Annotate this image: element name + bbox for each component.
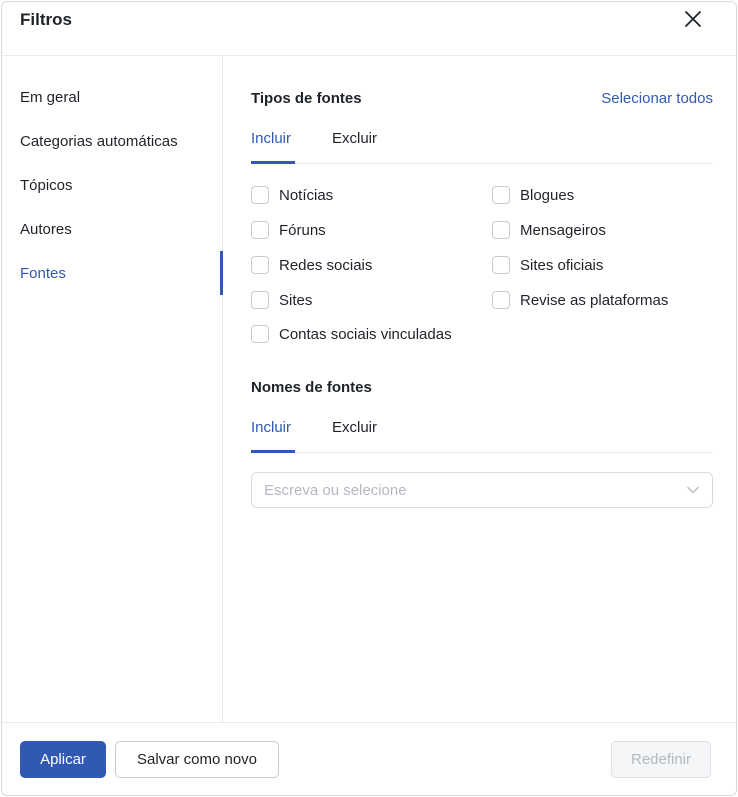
tab-include-names[interactable]: Incluir (251, 419, 291, 436)
checkbox-row-linked-social-accounts[interactable]: Contas sociais vinculadas (251, 325, 452, 343)
save-as-new-button[interactable]: Salvar como novo (115, 741, 279, 778)
sidebar-item-authors[interactable]: Autores (20, 221, 72, 238)
checkbox-row-social-networks[interactable]: Redes sociais (251, 256, 372, 274)
dialog-footer: Aplicar Salvar como novo Redefinir (2, 722, 736, 795)
checkbox-label: Fóruns (279, 221, 326, 239)
dialog-header: Filtros (2, 2, 736, 56)
checkbox[interactable] (251, 325, 269, 343)
chevron-down-icon (687, 486, 699, 494)
checkbox[interactable] (492, 221, 510, 239)
close-icon (685, 11, 701, 27)
reset-button[interactable]: Redefinir (611, 741, 711, 778)
source-names-title: Nomes de fontes (251, 379, 372, 396)
checkbox-label: Blogues (520, 186, 575, 204)
apply-button[interactable]: Aplicar (20, 741, 106, 778)
checkbox-row-sites[interactable]: Sites (251, 291, 312, 309)
checkbox[interactable] (251, 186, 269, 204)
checkbox-row-blogs[interactable]: Blogues (492, 186, 574, 204)
tab-exclude-types[interactable]: Excluir (332, 130, 377, 147)
checkbox[interactable] (251, 256, 269, 274)
select-all-link[interactable]: Selecionar todos (601, 90, 713, 107)
checkbox-row-news[interactable]: Notícias (251, 186, 333, 204)
active-tab-underline (251, 161, 295, 164)
checkbox[interactable] (492, 256, 510, 274)
sidebar-active-indicator (220, 251, 223, 295)
checkbox[interactable] (251, 221, 269, 239)
source-names-tabs: Incluir Excluir (251, 419, 713, 453)
sidebar-item-general[interactable]: Em geral (20, 89, 80, 106)
checkbox[interactable] (251, 291, 269, 309)
checkbox-label: Sites oficiais (520, 256, 604, 274)
sidebar-item-sources[interactable]: Fontes (20, 265, 66, 282)
sidebar-item-topics[interactable]: Tópicos (20, 177, 73, 194)
sidebar: Em geral Categorias automáticas Tópicos … (2, 56, 223, 722)
active-tab-underline (251, 450, 295, 453)
checkbox-row-official-sites[interactable]: Sites oficiais (492, 256, 603, 274)
source-types-title: Tipos de fontes (251, 90, 362, 107)
checkbox-row-review-platforms[interactable]: Revise as plataformas (492, 291, 668, 309)
checkbox-label: Redes sociais (279, 256, 373, 274)
source-names-select[interactable] (251, 472, 713, 508)
checkbox-label: Mensageiros (520, 221, 606, 239)
filters-dialog: Filtros Em geral Categorias automáticas … (1, 1, 737, 796)
tab-exclude-names[interactable]: Excluir (332, 419, 377, 436)
checkbox-row-forums[interactable]: Fóruns (251, 221, 326, 239)
tab-include-types[interactable]: Incluir (251, 130, 291, 147)
close-button[interactable] (682, 8, 704, 30)
source-names-input[interactable] (264, 473, 664, 507)
checkbox-label: Notícias (279, 186, 334, 204)
sources-panel: Tipos de fontes Selecionar todos Incluir… (251, 56, 713, 722)
checkbox-label: Sites (279, 291, 313, 309)
checkbox-row-messengers[interactable]: Mensageiros (492, 221, 606, 239)
dialog-title: Filtros (20, 10, 72, 29)
checkbox[interactable] (492, 186, 510, 204)
checkbox-label: Contas sociais vinculadas (279, 325, 452, 343)
sidebar-item-auto-categories[interactable]: Categorias automáticas (20, 133, 178, 150)
checkbox-label: Revise as plataformas (520, 291, 669, 309)
checkbox[interactable] (492, 291, 510, 309)
source-types-tabs: Incluir Excluir (251, 130, 713, 164)
